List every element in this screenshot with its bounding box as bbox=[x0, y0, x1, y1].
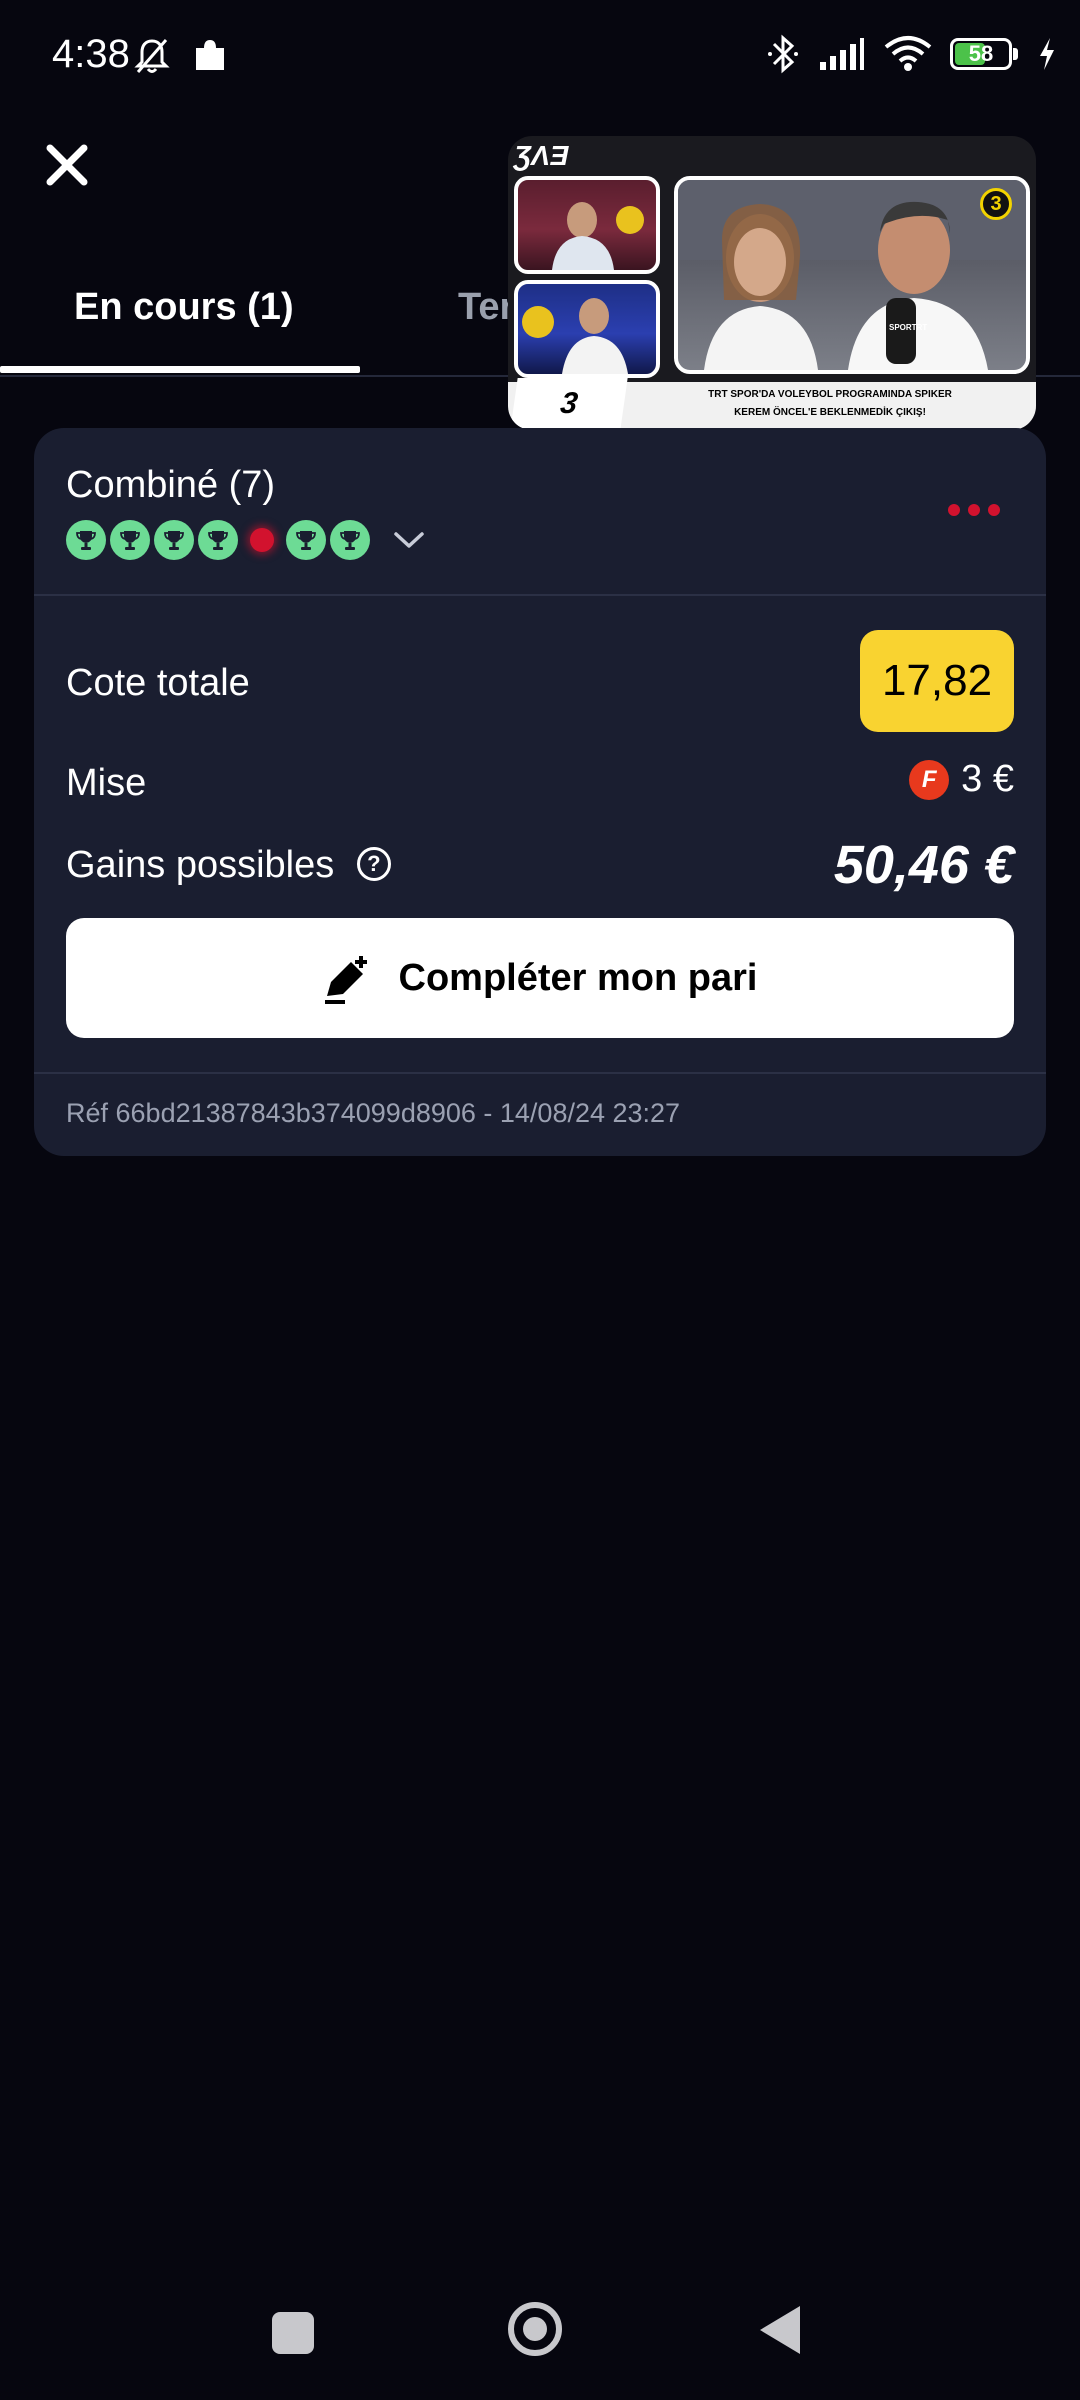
stake: F 3 € bbox=[909, 758, 1014, 801]
pip-banner-line-2: KEREM ÖNCEL'E BEKLENMEDİK ÇIKIŞ! bbox=[734, 407, 926, 418]
total-odds-value: 17,82 bbox=[860, 630, 1014, 732]
charging-icon bbox=[1040, 38, 1054, 70]
signal-icon bbox=[820, 38, 864, 70]
bet-title: Combiné (7) bbox=[66, 464, 276, 506]
bet-reference: Réf 66bd21387843b374099d8906 - 14/08/24 … bbox=[66, 1098, 681, 1128]
pip-badge: 3 bbox=[980, 188, 1012, 220]
card-divider bbox=[34, 594, 1046, 596]
notifications-off-icon bbox=[134, 39, 170, 73]
wifi-icon bbox=[884, 36, 932, 71]
pip-banner-line-1: TRT SPOR'DA VOLEYBOL PROGRAMINDA SPIKER bbox=[708, 389, 952, 400]
leg-won-trophy-icon bbox=[198, 520, 238, 560]
status-time: 4:38 bbox=[52, 32, 130, 76]
home-button[interactable] bbox=[508, 2302, 562, 2356]
close-icon bbox=[46, 144, 88, 186]
pip-thumbnail-1 bbox=[514, 176, 660, 274]
battery-level: 58 bbox=[968, 41, 994, 66]
possible-gains-value: 50,46 € bbox=[833, 835, 1014, 895]
complete-bet-label: Compléter mon pari bbox=[398, 956, 758, 999]
leg-won-trophy-icon bbox=[110, 520, 150, 560]
leg-won-trophy-icon bbox=[330, 520, 370, 560]
pip-main-video: SPORTRT 3 bbox=[674, 176, 1030, 374]
leg-won-trophy-icon bbox=[286, 520, 326, 560]
stake-value: 3 € bbox=[961, 758, 1014, 800]
status-bar: 4:38 58 bbox=[0, 0, 1080, 115]
more-options-button[interactable] bbox=[948, 504, 1000, 516]
complete-bet-button[interactable]: Compléter mon pari bbox=[66, 918, 1014, 1038]
bluetooth-icon bbox=[768, 34, 798, 74]
possible-gains-label: Gains possibles bbox=[66, 844, 335, 886]
card-divider-bottom bbox=[34, 1072, 1046, 1074]
pip-thumbnail-2 bbox=[514, 280, 660, 378]
bet-card: Combiné (7) Cote totale 17,82 Mise F 3 €… bbox=[34, 428, 1046, 1156]
leg-won-trophy-icon bbox=[66, 520, 106, 560]
pip-banner-number: 3 bbox=[510, 378, 628, 430]
freebet-icon: F bbox=[909, 759, 950, 800]
leg-lost-icon bbox=[242, 520, 282, 560]
tab-en-cours[interactable]: En cours (1) bbox=[74, 286, 294, 329]
tab-termines[interactable]: Ter bbox=[458, 286, 514, 329]
puzzle-icon bbox=[196, 40, 224, 70]
pip-channel-logo: ƷɅƎ bbox=[514, 140, 569, 171]
back-button[interactable] bbox=[760, 2306, 800, 2354]
bet-legs[interactable] bbox=[66, 520, 426, 560]
pip-mic-text: SPORTRT bbox=[889, 323, 927, 332]
edit-pen-icon bbox=[324, 956, 367, 1004]
recent-apps-button[interactable] bbox=[272, 2312, 314, 2354]
stake-label: Mise bbox=[66, 762, 147, 804]
pip-news-banner: 3 TRT SPOR'DA VOLEYBOL PROGRAMINDA SPIKE… bbox=[508, 378, 1036, 430]
battery-icon: 58 bbox=[950, 38, 1018, 70]
total-odds-label: Cote totale bbox=[66, 662, 250, 704]
leg-won-trophy-icon bbox=[154, 520, 194, 560]
pip-video-player[interactable]: ƷɅƎ SPORTRT 3 3 TRT SPOR'DA VOLEYBOL PRO… bbox=[508, 136, 1036, 430]
close-button[interactable] bbox=[42, 140, 92, 190]
tab-indicator bbox=[0, 366, 360, 373]
chevron-down-icon[interactable] bbox=[392, 529, 426, 556]
help-icon[interactable]: ? bbox=[356, 846, 391, 881]
